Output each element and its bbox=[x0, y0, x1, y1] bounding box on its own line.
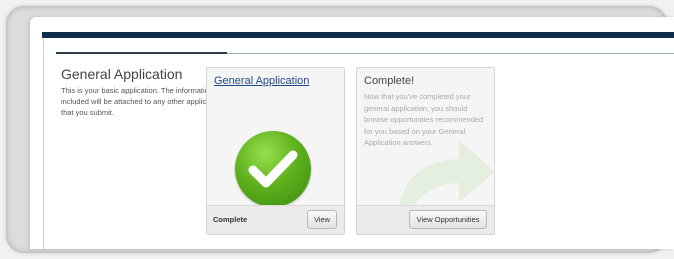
card-footer: Complete View bbox=[207, 205, 344, 234]
general-application-link[interactable]: General Application bbox=[214, 75, 309, 87]
section-divider-active bbox=[56, 52, 227, 54]
section-divider bbox=[227, 52, 674, 54]
status-label: Complete bbox=[213, 215, 248, 224]
complete-message: Now that you've completed your general a… bbox=[364, 92, 484, 147]
complete-title: Complete! bbox=[364, 75, 415, 87]
application-panel: General Application This is your basic a… bbox=[30, 17, 674, 249]
checkmark-icon bbox=[235, 131, 311, 207]
card-footer: View Opportunities bbox=[357, 205, 494, 234]
general-application-card: General Application Complete View bbox=[206, 67, 345, 235]
view-button[interactable]: View bbox=[307, 210, 337, 229]
complete-card: Complete! Now that you've completed your… bbox=[356, 67, 495, 235]
section-title: General Application bbox=[61, 66, 183, 82]
header-bar bbox=[42, 32, 674, 38]
view-opportunities-button[interactable]: View Opportunities bbox=[409, 210, 487, 229]
section-description: This is your basic application. The info… bbox=[61, 86, 223, 117]
left-border bbox=[43, 39, 44, 249]
